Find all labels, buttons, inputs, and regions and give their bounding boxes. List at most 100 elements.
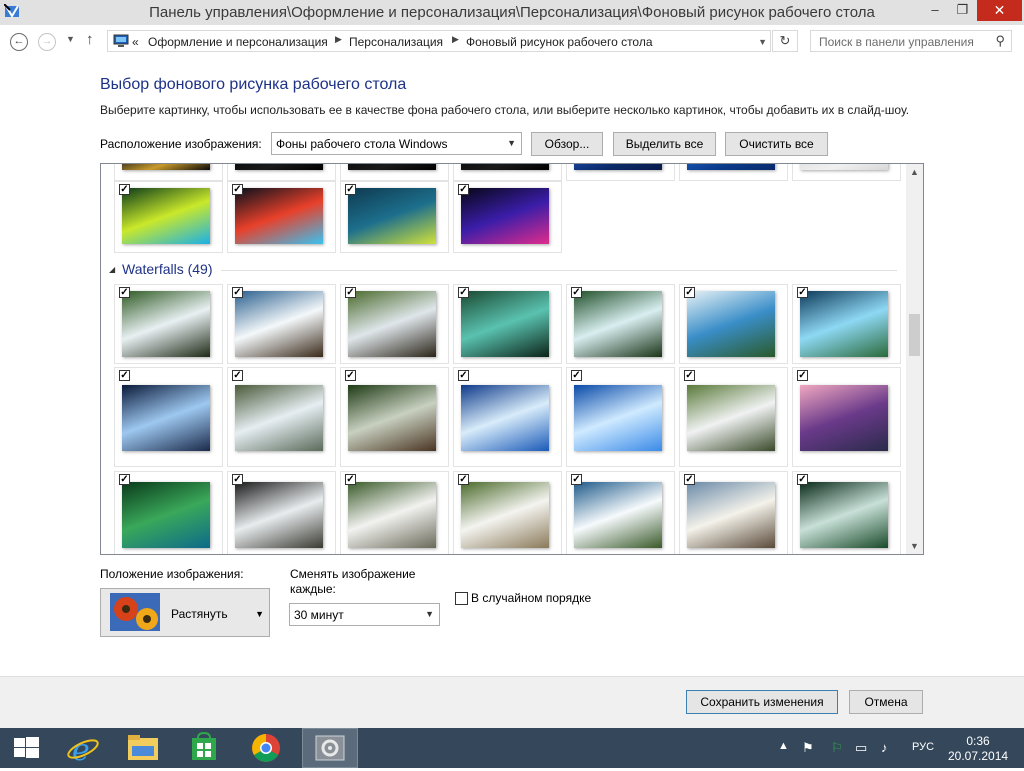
wallpaper-checkbox[interactable]: ✓ (345, 474, 356, 485)
wallpaper-tile[interactable]: ✓ (453, 471, 562, 554)
address-dropdown-icon[interactable]: ▼ (758, 37, 767, 47)
wallpaper-checkbox[interactable]: ✓ (232, 184, 243, 195)
wallpaper-tile[interactable]: ✓ (679, 367, 788, 467)
breadcrumb-separator-icon[interactable]: ▶ (452, 34, 459, 45)
wallpaper-tile[interactable] (566, 164, 675, 181)
wallpaper-tile[interactable] (679, 164, 788, 181)
wallpaper-tile[interactable]: ✓ (792, 471, 901, 554)
maximize-button[interactable]: ❐ (950, 0, 975, 21)
wallpaper-tile[interactable]: ✓ (114, 181, 223, 253)
wallpaper-tile[interactable]: ✓ (679, 284, 788, 364)
wallpaper-tile[interactable]: ✓ (453, 367, 562, 467)
scroll-down-icon[interactable]: ▼ (910, 541, 919, 551)
taskbar-internet-explorer[interactable]: e (56, 728, 112, 768)
wallpaper-checkbox[interactable]: ✓ (119, 184, 130, 195)
wallpaper-checkbox[interactable]: ✓ (119, 287, 130, 298)
wallpaper-tile[interactable]: ✓ (340, 284, 449, 364)
refresh-button[interactable]: ↻ (772, 30, 798, 52)
wallpaper-checkbox[interactable]: ✓ (797, 370, 808, 381)
shuffle-checkbox[interactable] (455, 592, 468, 605)
taskbar-store[interactable] (176, 728, 232, 768)
wallpaper-tile[interactable] (340, 164, 449, 181)
wallpaper-tile[interactable]: ✓ (340, 471, 449, 554)
wallpaper-tile[interactable]: ✓ (114, 284, 223, 364)
wallpaper-checkbox[interactable]: ✓ (684, 370, 695, 381)
breadcrumb-appearance[interactable]: Оформление и персонализация (148, 35, 328, 49)
wallpaper-gallery[interactable]: ✓ ✓ ✓ ✓ ✓ ✓ ✓ ✓ ✓ ✓ ✓ ✓ ✓ ✓ ✓ ✓ ✓ ✓ ✓ ✓ ✓ ✓ ✓ ✓ ✓ ◢ Waterfalls (… (100, 163, 924, 555)
wallpaper-checkbox[interactable]: ✓ (345, 287, 356, 298)
wallpaper-tile[interactable] (792, 164, 901, 181)
collapse-group-icon[interactable]: ◢ (109, 265, 115, 274)
minimize-button[interactable]: – (920, 0, 950, 21)
taskbar-control-panel[interactable] (302, 728, 358, 768)
location-select[interactable]: Фоны рабочего стола Windows ▼ (271, 132, 522, 155)
wallpaper-tile[interactable]: ✓ (566, 284, 675, 364)
wallpaper-tile[interactable]: ✓ (227, 284, 336, 364)
shuffle-label[interactable]: В случайном порядке (471, 591, 591, 605)
wallpaper-tile[interactable]: ✓ (340, 181, 449, 253)
interval-select[interactable]: 30 минут ▼ (289, 603, 440, 626)
select-all-button[interactable]: Выделить все (613, 132, 716, 156)
search-icon[interactable]: ⚲ (995, 33, 1005, 49)
wallpaper-checkbox[interactable]: ✓ (232, 287, 243, 298)
wallpaper-tile[interactable]: ✓ (114, 367, 223, 467)
wallpaper-checkbox[interactable]: ✓ (119, 474, 130, 485)
wallpaper-checkbox[interactable]: ✓ (345, 184, 356, 195)
address-bar[interactable]: « Оформление и персонализация ▶ Персонал… (107, 30, 771, 52)
wallpaper-checkbox[interactable]: ✓ (571, 287, 582, 298)
wallpaper-checkbox[interactable]: ✓ (458, 184, 469, 195)
wallpaper-checkbox[interactable]: ✓ (571, 474, 582, 485)
breadcrumb-separator-icon[interactable]: ▶ (335, 34, 342, 45)
wallpaper-checkbox[interactable]: ✓ (458, 474, 469, 485)
wallpaper-checkbox[interactable]: ✓ (345, 370, 356, 381)
breadcrumb-overflow[interactable]: « (132, 35, 139, 49)
up-button[interactable]: ↑ (86, 31, 94, 48)
wallpaper-checkbox[interactable]: ✓ (232, 370, 243, 381)
wallpaper-checkbox[interactable]: ✓ (797, 474, 808, 485)
action-center-icon[interactable]: ⚑ (802, 740, 814, 756)
scrollbar-thumb[interactable] (909, 314, 920, 356)
wallpaper-tile[interactable]: ✓ (792, 284, 901, 364)
breadcrumb-desktop-background[interactable]: Фоновый рисунок рабочего стола (466, 35, 653, 49)
wallpaper-checkbox[interactable]: ✓ (232, 474, 243, 485)
wallpaper-checkbox[interactable]: ✓ (684, 474, 695, 485)
volume-icon[interactable]: ♪ (881, 740, 888, 755)
wallpaper-checkbox[interactable]: ✓ (458, 370, 469, 381)
clock[interactable]: 0:36 20.07.2014 (948, 734, 1008, 764)
cancel-button[interactable]: Отмена (849, 690, 923, 714)
wallpaper-tile[interactable]: ✓ (227, 181, 336, 253)
network-icon[interactable]: ▭ (855, 740, 867, 756)
position-select[interactable]: Растянуть ▼ (100, 588, 270, 637)
wallpaper-checkbox[interactable]: ✓ (797, 287, 808, 298)
recent-locations-button[interactable]: ▼ (66, 34, 75, 44)
scroll-up-icon[interactable]: ▲ (910, 167, 919, 177)
wallpaper-tile[interactable]: ✓ (227, 367, 336, 467)
wallpaper-checkbox[interactable]: ✓ (458, 287, 469, 298)
wallpaper-tile[interactable] (453, 164, 562, 181)
clear-all-button[interactable]: Очистить все (725, 132, 828, 156)
wallpaper-tile[interactable]: ✓ (566, 367, 675, 467)
wallpaper-tile[interactable]: ✓ (453, 284, 562, 364)
wallpaper-tile[interactable] (227, 164, 336, 181)
gallery-scrollbar[interactable]: ▲ ▼ (906, 164, 923, 554)
language-indicator[interactable]: РУС (912, 741, 934, 753)
forward-button[interactable]: → (38, 33, 56, 51)
breadcrumb-personalization[interactable]: Персонализация (349, 35, 443, 49)
wallpaper-checkbox[interactable]: ✓ (684, 287, 695, 298)
browse-button[interactable]: Обзор... (531, 132, 603, 156)
network-flag-icon[interactable]: ⚐ (831, 740, 843, 756)
show-hidden-icons-icon[interactable]: ▲ (778, 740, 789, 752)
start-button[interactable] (0, 728, 56, 768)
search-input[interactable] (817, 34, 991, 50)
back-button[interactable]: ← (10, 33, 28, 51)
wallpaper-tile[interactable]: ✓ (114, 471, 223, 554)
wallpaper-tile[interactable]: ✓ (453, 181, 562, 253)
taskbar-file-explorer[interactable] (114, 728, 170, 768)
group-title-waterfalls[interactable]: Waterfalls (49) (122, 261, 213, 277)
close-button[interactable]: ✕ (977, 0, 1022, 21)
wallpaper-checkbox[interactable]: ✓ (119, 370, 130, 381)
wallpaper-tile[interactable]: ✓ (566, 471, 675, 554)
wallpaper-checkbox[interactable]: ✓ (571, 370, 582, 381)
wallpaper-tile[interactable]: ✓ (679, 471, 788, 554)
wallpaper-tile[interactable]: ✓ (792, 367, 901, 467)
